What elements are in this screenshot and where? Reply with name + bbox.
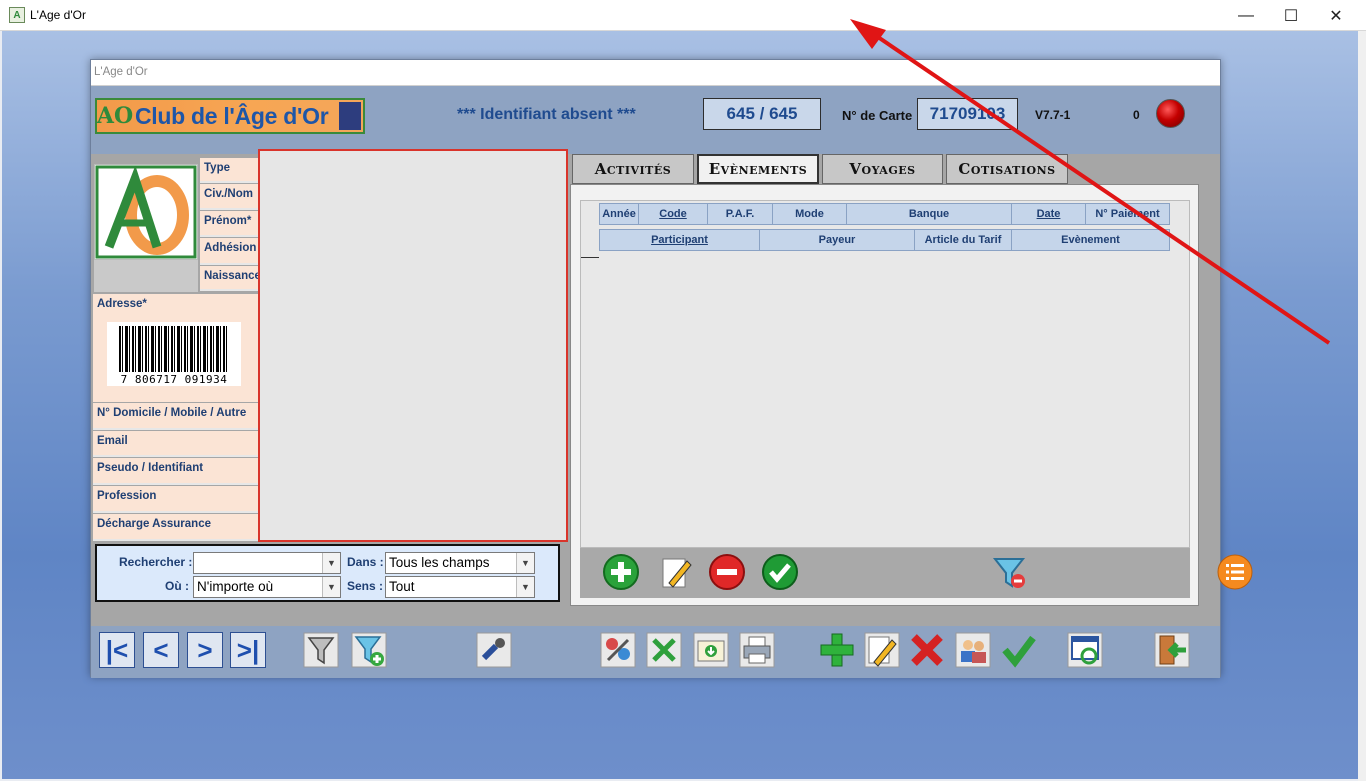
card-number-label: N° de Carte [842, 108, 913, 123]
list-icon[interactable] [1216, 553, 1254, 591]
logo-badge-icon [339, 102, 361, 130]
col-mode[interactable]: Mode [772, 203, 847, 225]
counter-value: 0 [1133, 108, 1140, 122]
background-strip [1358, 31, 1366, 781]
next-record-icon[interactable]: > [187, 632, 223, 668]
tab-voyages[interactable]: Voyages [822, 154, 943, 184]
exit-icon[interactable] [1154, 632, 1190, 668]
previous-record-icon[interactable]: < [143, 632, 179, 668]
in-select[interactable]: Tous les champs ▼ [385, 552, 535, 574]
tab-cotisations[interactable]: Cotisations [946, 154, 1068, 184]
civility-label: Civ./Nom [200, 184, 258, 210]
edit-record-icon[interactable] [864, 632, 900, 668]
barcode-bars [119, 326, 229, 372]
profession-label: Profession [93, 486, 258, 513]
tab-evenements[interactable]: Evènements [697, 154, 819, 184]
remove-icon[interactable] [708, 553, 746, 591]
phone-label: N° Domicile / Mobile / Autre [93, 403, 258, 430]
where-value: N'importe où [197, 579, 274, 594]
col-paf[interactable]: P.A.F. [707, 203, 773, 225]
chevron-down-icon[interactable]: ▼ [516, 553, 534, 573]
col-paiement[interactable]: N° Paiement [1085, 203, 1170, 225]
search-input[interactable]: ▼ [193, 552, 341, 574]
col-date[interactable]: Date [1011, 203, 1086, 225]
filter-remove-icon[interactable] [991, 553, 1029, 591]
col-annee[interactable]: Année [599, 203, 639, 225]
export-icon[interactable] [693, 632, 729, 668]
close-button[interactable]: ✕ [1313, 0, 1359, 31]
last-record-icon[interactable]: >| [230, 632, 266, 668]
email-label: Email [93, 431, 258, 457]
window-titlebar: A L'Age d'Or — ☐ ✕ [0, 0, 1366, 31]
col-payeur[interactable]: Payeur [759, 229, 915, 251]
identifier-status: *** Identifiant absent *** [457, 106, 636, 123]
first-name-label: Prénom* [200, 211, 258, 237]
search-panel: Rechercher : ▼ Où : N'importe où ▼ Dans … [95, 544, 560, 602]
club-logo: AO Club de l'Âge d'Or [95, 98, 365, 134]
excel-icon[interactable] [646, 632, 682, 668]
form-title: L'Age d'Or [94, 66, 148, 78]
chevron-down-icon[interactable]: ▼ [322, 553, 340, 573]
birth-label: Naissance [200, 266, 261, 291]
col-code[interactable]: Code [638, 203, 708, 225]
member-details-panel[interactable] [258, 149, 568, 542]
in-label: Dans : [347, 555, 384, 569]
footer-toolbar: |< < > >| [91, 626, 1220, 678]
in-value: Tous les champs [389, 555, 490, 570]
member-photo[interactable] [94, 164, 198, 260]
maximize-button[interactable]: ☐ [1268, 0, 1314, 31]
confirm-icon[interactable] [1001, 632, 1037, 668]
edit-icon[interactable] [657, 553, 695, 591]
events-grid[interactable]: Année Code P.A.F. Mode Banque Date N° Pa… [580, 200, 1190, 548]
filter-add-icon[interactable] [351, 632, 387, 668]
col-evenement[interactable]: Evènement [1011, 229, 1170, 251]
row-selector [581, 257, 599, 258]
member-barcode: 7 806717 091934 [107, 322, 241, 386]
connect-icon[interactable] [476, 632, 512, 668]
insurance-label: Décharge Assurance [93, 514, 258, 541]
logo-text: Club de l'Âge d'Or [135, 102, 329, 129]
logo-mark: AO [96, 103, 134, 129]
status-led-icon[interactable] [1156, 99, 1185, 128]
card-number-field[interactable]: 71709103 [917, 98, 1018, 130]
where-select[interactable]: N'importe où ▼ [193, 576, 341, 598]
filter-icon[interactable] [303, 632, 339, 668]
chevron-down-icon[interactable]: ▼ [322, 577, 340, 597]
barcode-digits: 7 806717 091934 [120, 373, 228, 386]
direction-label: Sens : [347, 579, 384, 593]
col-banque[interactable]: Banque [846, 203, 1012, 225]
print-icon[interactable] [739, 632, 775, 668]
address-label: Adresse* [97, 298, 147, 310]
chevron-down-icon[interactable]: ▼ [516, 577, 534, 597]
direction-value: Tout [389, 579, 415, 594]
pseudo-label: Pseudo / Identifiant [93, 458, 258, 485]
validate-icon[interactable] [761, 553, 799, 591]
tools-icon[interactable] [600, 632, 636, 668]
minimize-button[interactable]: — [1223, 0, 1269, 31]
delete-record-icon[interactable] [909, 632, 945, 668]
first-record-icon[interactable]: |< [99, 632, 135, 668]
record-position: 645 / 645 [703, 98, 821, 130]
app-icon: A [9, 7, 25, 23]
member-form-window: L'Age d'Or AO Club de l'Âge d'Or *** Ide… [90, 59, 1253, 678]
photo-caption-area [94, 260, 198, 292]
col-participant[interactable]: Participant [599, 229, 760, 251]
col-article[interactable]: Article du Tarif [914, 229, 1012, 251]
search-label: Rechercher : [119, 555, 193, 569]
tab-activites[interactable]: Activités [572, 154, 694, 184]
type-label: Type [200, 158, 258, 183]
grid-toolbar [580, 548, 1253, 598]
membership-label: Adhésion [200, 238, 258, 265]
where-label: Où : [165, 579, 189, 593]
add-icon[interactable] [602, 553, 640, 591]
ao-logo-icon [95, 165, 197, 259]
direction-select[interactable]: Tout ▼ [385, 576, 535, 598]
version-label: V7.7-1 [1035, 108, 1071, 122]
refresh-icon[interactable] [1067, 632, 1103, 668]
add-record-icon[interactable] [819, 632, 855, 668]
form-titlebar: L'Age d'Or [91, 60, 1220, 86]
users-icon[interactable] [955, 632, 991, 668]
window-title: L'Age d'Or [30, 8, 86, 22]
